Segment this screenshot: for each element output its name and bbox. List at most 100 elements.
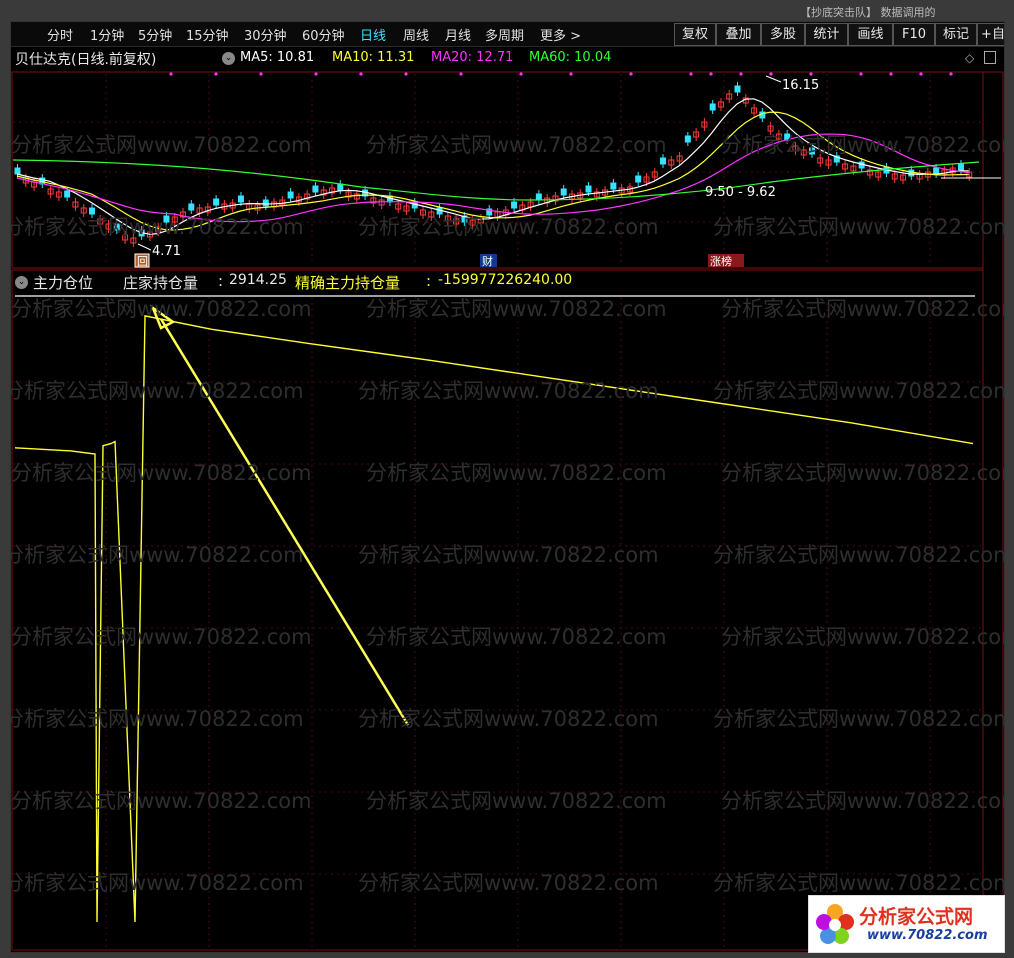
candle-body <box>337 183 344 191</box>
watermark-text: 分析家公式网www.70822.com <box>721 133 1004 157</box>
period-tab-5[interactable]: 60分钟 <box>302 25 345 44</box>
signal-dot-9 <box>629 72 633 76</box>
ma-indicator-ma20: MA20: 12.71 <box>431 50 514 65</box>
signal-dot-12 <box>739 72 743 76</box>
toolbar-button-7[interactable]: +自 <box>977 23 1004 46</box>
signal-dot-10 <box>689 72 693 76</box>
watermark-text: 分析家公式网www.70822.com <box>713 379 1004 403</box>
signal-dot-15 <box>859 72 863 76</box>
period-tab-1[interactable]: 1分钟 <box>90 25 124 44</box>
period-tab-4[interactable]: 30分钟 <box>244 25 287 44</box>
toolbar-button-6[interactable]: 标记 <box>935 23 977 46</box>
return-tag-label: 回 <box>137 255 148 268</box>
logo-title: 分析家公式网 <box>859 906 974 928</box>
toolbar-button-2[interactable]: 多股 <box>761 23 805 46</box>
watermark-text: 分析家公式网www.70822.com <box>11 707 304 731</box>
watermark-text: 分析家公式网www.70822.com <box>358 215 659 239</box>
ma-indicator-ma60: MA60: 10.04 <box>529 50 612 65</box>
limit-tag-label: 涨榜 <box>710 254 732 268</box>
high-marker-line <box>765 75 782 83</box>
watermark-text: 分析家公式网www.70822.com <box>366 789 667 813</box>
high-price-label: 16.15 <box>782 78 819 93</box>
candle-body <box>213 198 220 206</box>
toolbar-button-4[interactable]: 画线 <box>848 23 893 46</box>
watermark-text: 分析家公式网www.70822.com <box>366 625 667 649</box>
sub-indicator-dropdown-icon[interactable]: ⌄ <box>15 276 28 289</box>
period-tab-3[interactable]: 15分钟 <box>186 25 229 44</box>
ma10-line <box>16 111 969 231</box>
candle-body <box>287 191 294 199</box>
candle-body <box>511 201 518 209</box>
signal-dot-16 <box>889 72 893 76</box>
low-marker-line <box>137 243 152 251</box>
stock-terminal-window: 16.15 4.71 9.50 - 9.62 回财涨榜 分析家公式网www.70822.… <box>10 21 1005 953</box>
period-tab-9[interactable]: 多周期 <box>485 25 524 44</box>
sub-line1-name: 庄家持仓量 <box>123 274 199 292</box>
price-axis-strip <box>982 71 1004 951</box>
site-logo: 分析家公式网 www.70822.com <box>808 895 1005 953</box>
top-notice: 【抄底突击队】 数据调用的 <box>800 6 936 19</box>
panel-toggle-icon[interactable] <box>984 51 996 64</box>
ma5-line <box>16 98 969 235</box>
watermark-text: 分析家公式网www.70822.com <box>366 461 667 485</box>
period-tab-10[interactable]: 更多 > <box>540 25 581 44</box>
candle-body <box>560 188 567 196</box>
signal-dot-3 <box>314 72 318 76</box>
watermark-text: 分析家公式网www.70822.com <box>358 871 659 895</box>
watermark-text: 分析家公式网www.70822.com <box>11 871 304 895</box>
candle-body <box>535 193 542 201</box>
sub-panel-name: 主力仓位 <box>33 274 94 292</box>
toolbar-button-1[interactable]: 叠加 <box>716 23 761 46</box>
candle-body <box>660 157 667 165</box>
watermark-text: 分析家公式网www.70822.com <box>11 297 312 321</box>
watermark-text: 分析家公式网www.70822.com <box>358 707 659 731</box>
range-label: 9.50 - 9.62 <box>705 185 776 200</box>
watermark-text: 分析家公式网www.70822.com <box>713 707 1004 731</box>
sub-line2-value: -159977226240.00 <box>438 272 573 288</box>
toolbar-button-0[interactable]: 复权 <box>674 23 716 46</box>
candle-body <box>908 169 915 177</box>
chart-canvas: 16.154.719.50 - 9.62回财涨榜分析家公式网www.70822.… <box>11 71 1004 951</box>
candle-body <box>64 190 71 198</box>
period-tab-2[interactable]: 5分钟 <box>138 25 172 44</box>
watermark-text: 分析家公式网www.70822.com <box>358 379 659 403</box>
candle-body <box>709 103 716 111</box>
watermark-text: 分析家公式网www.70822.com <box>11 461 312 485</box>
sub-line1-colon: : <box>218 272 224 290</box>
watermark-text: 分析家公式网www.70822.com <box>713 215 1004 239</box>
watermark-text: 分析家公式网www.70822.com <box>721 297 1004 321</box>
signal-dot-4 <box>359 72 363 76</box>
signal-dot-5 <box>404 72 408 76</box>
ma60-line <box>12 159 980 201</box>
period-tab-7[interactable]: 周线 <box>403 25 429 44</box>
signal-dot-7 <box>519 72 523 76</box>
diamond-icon[interactable]: ◇ <box>965 51 974 65</box>
signal-dot-1 <box>214 72 218 76</box>
indicator-dropdown-icon[interactable]: ⌄ <box>222 52 235 65</box>
signal-dot-14 <box>809 72 813 76</box>
watermark-text: 分析家公式网www.70822.com <box>366 133 667 157</box>
watermark-text: 分析家公式网www.70822.com <box>11 133 312 157</box>
candle-body <box>585 185 592 193</box>
candle-body <box>684 135 691 143</box>
period-tab-0[interactable]: 分时 <box>47 25 73 44</box>
watermark-text: 分析家公式网www.70822.com <box>11 789 312 813</box>
ma-indicator-ma10: MA10: 11.31 <box>332 50 415 65</box>
toolbar-button-3[interactable]: 统计 <box>805 23 848 46</box>
candle-body <box>88 207 95 215</box>
period-tab-6[interactable]: 日线 <box>360 25 386 44</box>
period-tab-8[interactable]: 月线 <box>445 25 471 44</box>
watermark-text: 分析家公式网www.70822.com <box>11 215 304 239</box>
candle-body <box>957 163 964 171</box>
signal-dot-11 <box>709 72 713 76</box>
watermark-text: 分析家公式网www.70822.com <box>11 379 304 403</box>
signal-dot-17 <box>919 72 923 76</box>
sub-line1-value: 2914.25 <box>229 272 287 288</box>
period-toolbar: 分时 1分钟 5分钟 15分钟 30分钟 60分钟 日线 周线 月线 多周期 更多 > 复权 叠加 多股统… <box>11 22 1004 47</box>
candle-body <box>237 195 244 203</box>
signal-dot-18 <box>949 72 953 76</box>
signal-dot-13 <box>769 72 773 76</box>
toolbar-button-5[interactable]: F10 <box>893 23 935 46</box>
watermark-text: 分析家公式网www.70822.com <box>721 461 1004 485</box>
watermark-text: 分析家公式网www.70822.com <box>11 625 312 649</box>
